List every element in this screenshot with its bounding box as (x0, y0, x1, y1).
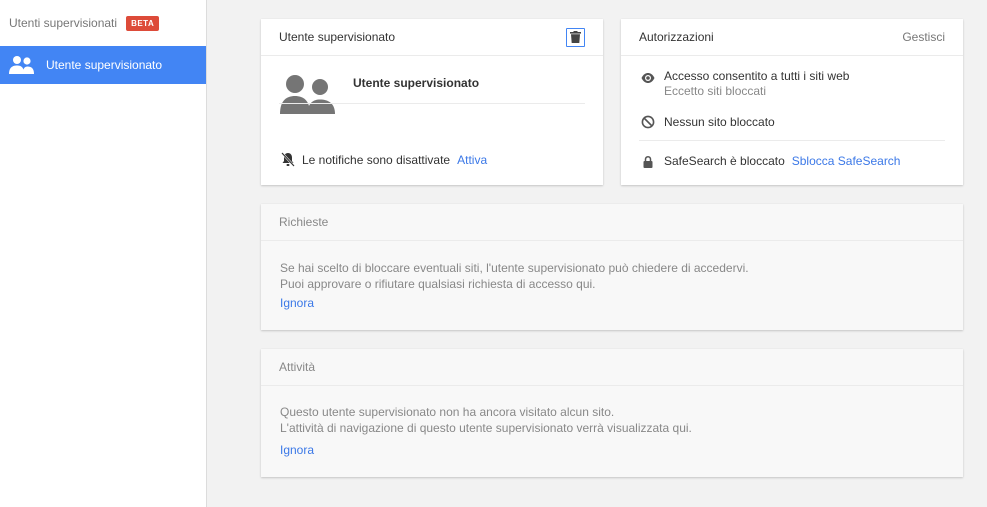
divider (639, 140, 945, 141)
activity-dismiss-link[interactable]: Ignora (280, 443, 314, 457)
trash-icon (570, 31, 581, 43)
divider (279, 103, 585, 104)
safesearch-text: SafeSearch è bloccato (664, 154, 785, 168)
bell-off-icon (281, 152, 295, 167)
eye-icon (641, 73, 655, 83)
sidebar-header: Utenti supervisionati BETA (0, 0, 206, 46)
user-card-header: Utente supervisionato (261, 19, 603, 56)
safesearch-row: SafeSearch è bloccato Sblocca SafeSearch (641, 154, 900, 169)
access-title: Accesso consentito a tutti i siti web (664, 69, 850, 83)
sidebar-item-label: Utente supervisionato (46, 58, 163, 72)
unlock-safesearch-link[interactable]: Sblocca SafeSearch (792, 154, 901, 169)
notifications-row: Le notifiche sono disattivate Attiva (281, 152, 487, 167)
enable-notifications-link[interactable]: Attiva (457, 153, 487, 167)
requests-dismiss-link[interactable]: Ignora (280, 296, 314, 310)
requests-line-1: Se hai scelto di bloccare eventuali siti… (280, 261, 749, 275)
permissions-card: Autorizzazioni Gestisci Accesso consenti… (621, 19, 963, 185)
permissions-card-title: Autorizzazioni (639, 30, 714, 44)
people-icon (280, 75, 335, 114)
activity-line-1: Questo utente supervisionato non ha anco… (280, 405, 615, 419)
permissions-card-header: Autorizzazioni Gestisci (621, 19, 963, 56)
beta-badge: BETA (126, 15, 160, 31)
supervised-user-card: Utente supervisionato Utente supervision… (261, 19, 603, 185)
sidebar: Utenti supervisionati BETA Utente superv… (0, 0, 207, 507)
requests-card: Richieste Se hai scelto di bloccare even… (261, 204, 963, 330)
manage-link[interactable]: Gestisci (902, 30, 945, 44)
user-name: Utente supervisionato (353, 76, 480, 90)
delete-user-button[interactable] (566, 27, 585, 47)
sidebar-item-supervised-user[interactable]: Utente supervisionato (0, 46, 206, 84)
user-card-title: Utente supervisionato (279, 30, 396, 44)
notifications-text: Le notifiche sono disattivate (302, 152, 451, 167)
blocked-sites-text: Nessun sito bloccato (664, 115, 775, 129)
activity-card-header: Attività (261, 349, 963, 386)
requests-card-title: Richieste (279, 215, 329, 229)
access-subtitle: Eccetto siti bloccati (664, 84, 767, 98)
activity-line-2: L'attività di navigazione di questo uten… (280, 421, 692, 435)
sidebar-title: Utenti supervisionati (9, 16, 118, 30)
user-card-body: Utente supervisionato (261, 56, 603, 140)
lock-icon (643, 155, 653, 168)
activity-description: Questo utente supervisionato non ha anco… (280, 404, 692, 436)
activity-card-title: Attività (279, 360, 316, 374)
blocked-sites-row: Nessun sito bloccato (641, 115, 775, 130)
block-icon (641, 115, 655, 129)
activity-card: Attività Questo utente supervisionato no… (261, 349, 963, 477)
people-icon (9, 56, 34, 74)
requests-card-header: Richieste (261, 204, 963, 241)
requests-description: Se hai scelto di bloccare eventuali siti… (280, 260, 749, 292)
access-row: Accesso consentito a tutti i siti web Ec… (641, 69, 849, 99)
requests-line-2: Puoi approvare o rifiutare qualsiasi ric… (280, 277, 596, 291)
